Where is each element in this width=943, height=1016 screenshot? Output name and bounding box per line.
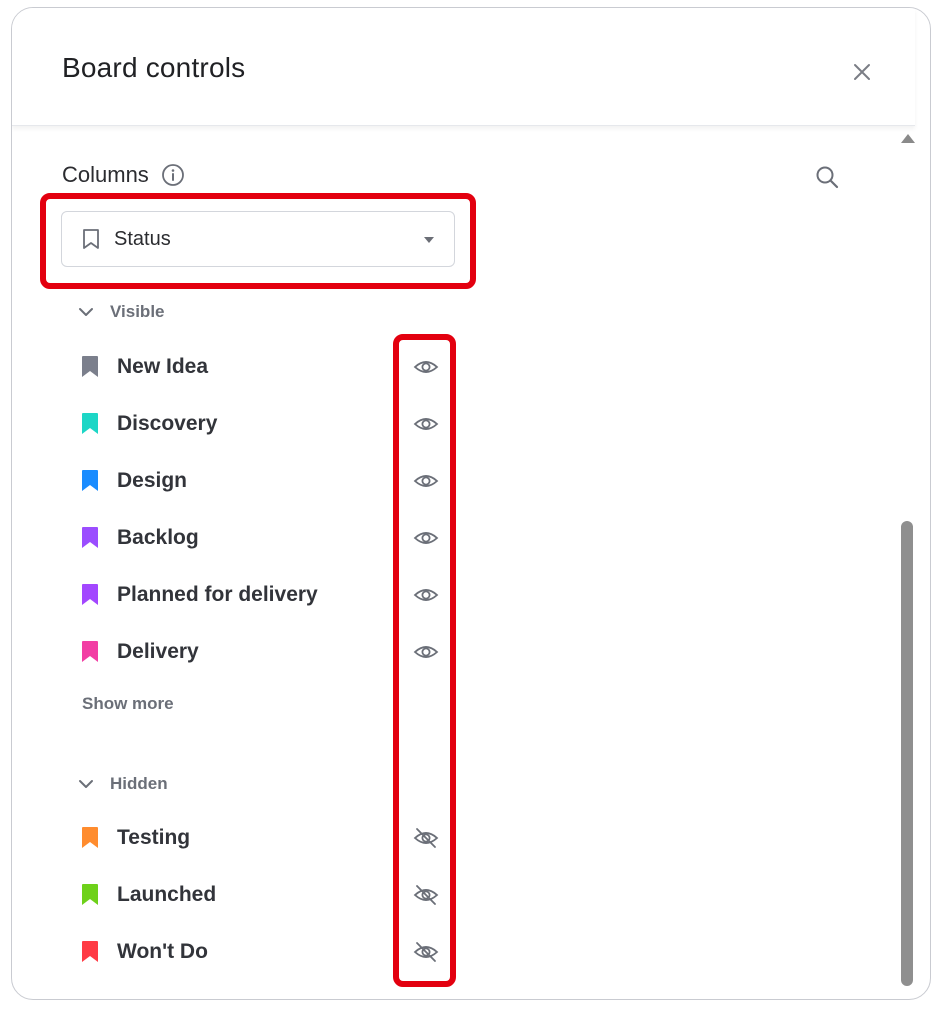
eye-off-icon[interactable] (413, 825, 439, 851)
bookmark-icon (80, 940, 100, 964)
eye-icon[interactable] (413, 582, 439, 608)
close-icon (854, 64, 870, 80)
eye-icon[interactable] (413, 639, 439, 665)
status-select-value: Status (114, 227, 171, 250)
eye-icon[interactable] (413, 468, 439, 494)
scroll-up-arrow[interactable] (901, 134, 915, 143)
close-button[interactable] (848, 58, 876, 86)
column-row[interactable]: New Idea (80, 347, 450, 387)
column-row[interactable]: Testing (80, 818, 450, 858)
eye-icon[interactable] (413, 354, 439, 380)
scroll-thumb[interactable] (901, 521, 913, 986)
column-label: Won't Do (117, 940, 208, 963)
chevron-down-icon (79, 308, 93, 316)
column-row[interactable]: Won't Do (80, 932, 450, 972)
column-label: Discovery (117, 412, 218, 435)
hidden-group-toggle[interactable]: Hidden (78, 774, 168, 794)
bookmark-icon (80, 583, 100, 607)
column-label: Launched (117, 883, 217, 906)
chevron-down-icon (79, 780, 93, 788)
column-label: New Idea (117, 355, 209, 378)
show-more-link[interactable]: Show more (82, 694, 174, 714)
panel-header: Board controls (12, 8, 915, 126)
bookmark-icon (80, 826, 100, 850)
search-button[interactable] (814, 164, 840, 190)
search-icon (816, 166, 839, 189)
column-label: Testing (117, 826, 191, 849)
column-row[interactable]: Design (80, 461, 450, 501)
columns-title: Columns (62, 162, 149, 187)
info-icon[interactable] (161, 163, 185, 187)
board-controls-panel: Board controls Columns Status Visible Ne… (11, 7, 931, 1000)
visible-group-toggle[interactable]: Visible (78, 302, 165, 322)
bookmark-icon (80, 526, 100, 550)
eye-off-icon[interactable] (413, 939, 439, 965)
caret-down-icon (424, 237, 434, 243)
eye-off-icon[interactable] (413, 882, 439, 908)
columns-heading: Columns (62, 162, 185, 188)
panel-title: Board controls (62, 52, 246, 83)
bookmark-outline-icon (83, 229, 99, 249)
bookmark-icon (80, 469, 100, 493)
column-label: Design (117, 469, 188, 492)
bookmark-icon (80, 355, 100, 379)
hidden-group-label: Hidden (110, 774, 168, 793)
bookmark-icon (80, 883, 100, 907)
bookmark-icon (80, 412, 100, 436)
visible-group-label: Visible (110, 302, 165, 321)
bookmark-icon (80, 640, 100, 664)
column-row[interactable]: Planned for delivery (80, 575, 450, 615)
column-row[interactable]: Backlog (80, 518, 450, 558)
column-row[interactable]: Discovery (80, 404, 450, 444)
eye-icon[interactable] (413, 525, 439, 551)
scrollbar[interactable] (898, 128, 915, 998)
eye-icon[interactable] (413, 411, 439, 437)
column-label: Planned for delivery (117, 583, 318, 606)
column-row[interactable]: Launched (80, 875, 450, 915)
column-label: Backlog (117, 526, 199, 549)
column-label: Delivery (117, 640, 199, 663)
status-select[interactable]: Status (61, 211, 455, 267)
column-row[interactable]: Delivery (80, 632, 450, 672)
